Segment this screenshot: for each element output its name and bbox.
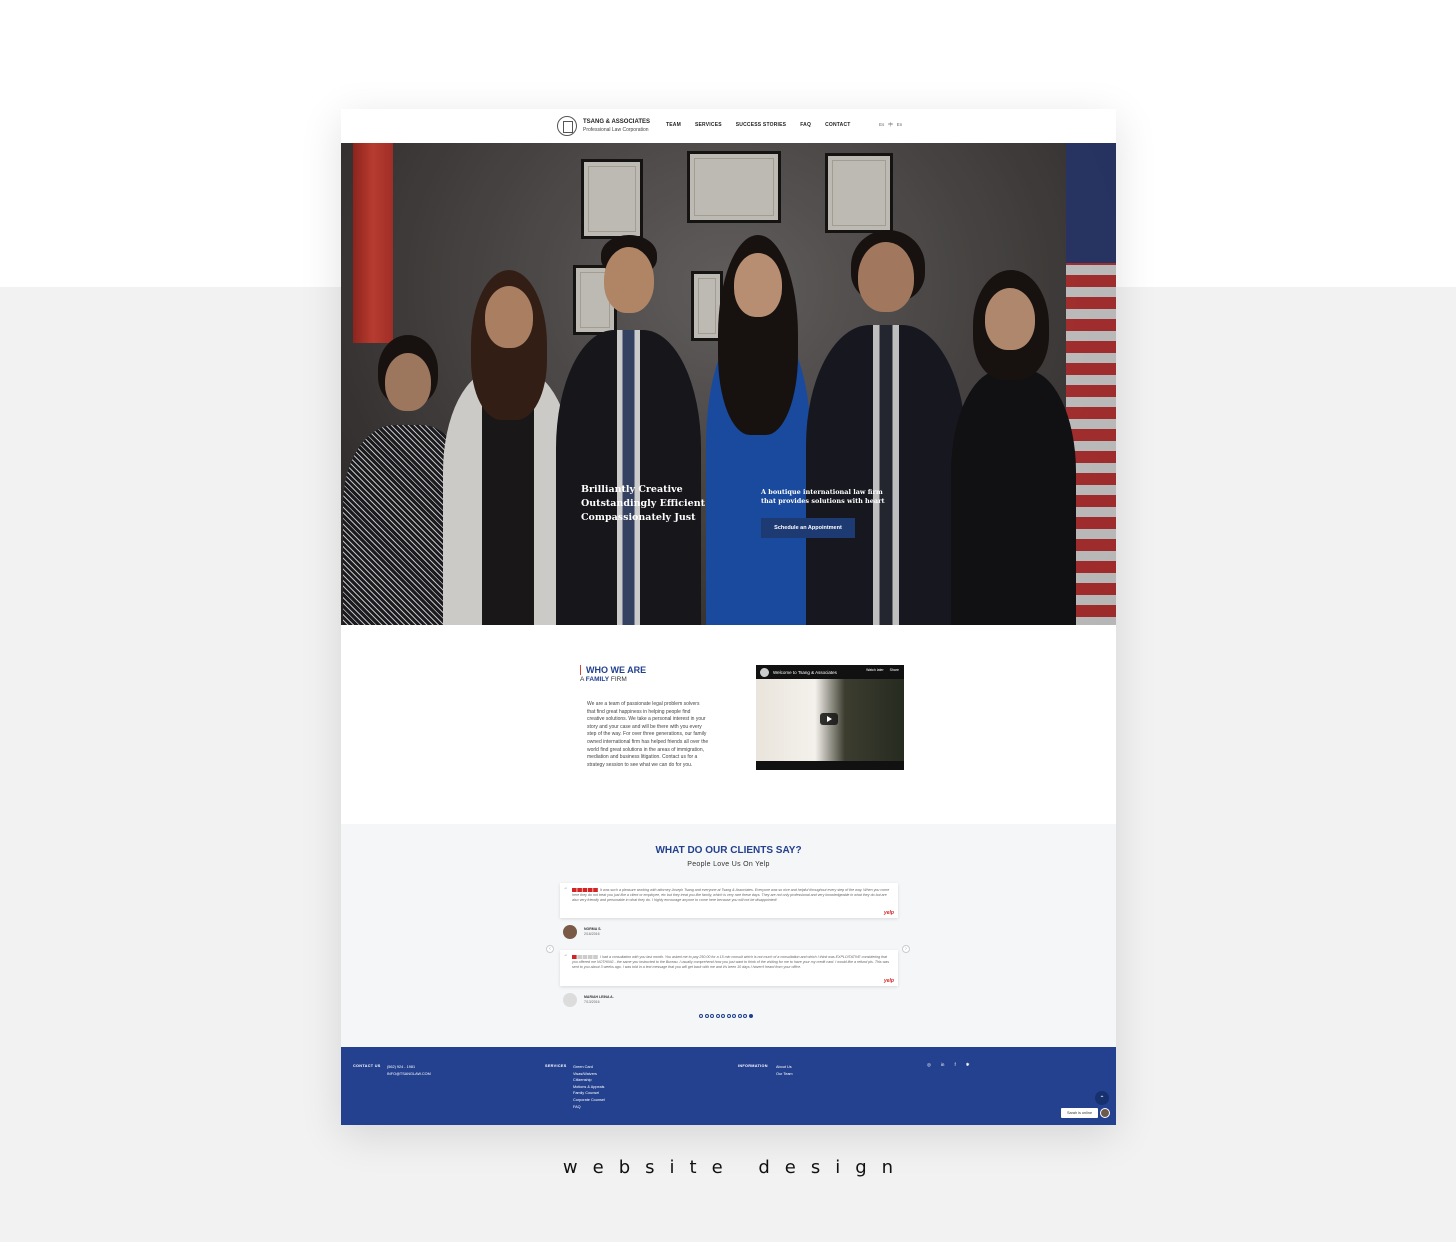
footer-link-faq[interactable]: FAQ xyxy=(573,1104,605,1111)
menu-item-contact[interactable]: CONTACT xyxy=(825,122,850,128)
review-date: 7/13/2016 xyxy=(584,1000,600,1004)
facebook-icon[interactable]: f xyxy=(954,1062,955,1068)
footer-contact-list: (562) 924 - 1981 INFO@TSANGLAW.COM xyxy=(387,1064,431,1077)
carousel-dot[interactable] xyxy=(699,1014,703,1018)
menu-item-success-stories[interactable]: SUCCESS STORIES xyxy=(736,122,786,128)
section-title: WHO WE ARE xyxy=(586,665,647,675)
review-date: 2/16/2016 xyxy=(584,932,600,936)
carousel-dot[interactable] xyxy=(704,1014,709,1018)
who-we-are-heading: WHO WE ARE xyxy=(580,665,646,675)
footer-phone[interactable]: (562) 924 - 1981 xyxy=(387,1064,431,1071)
footer-link-green-card[interactable]: Green Card xyxy=(573,1064,605,1071)
testimonials-subtitle: People Love Us On Yelp xyxy=(687,861,770,868)
footer-info-heading: INFORMATION xyxy=(738,1064,768,1068)
footer-link-family[interactable]: Family Counsel xyxy=(573,1090,605,1097)
mockup-caption: website design xyxy=(562,1157,909,1178)
lang-chinese[interactable]: 中 xyxy=(888,122,893,128)
lang-spanish[interactable]: Es xyxy=(879,122,884,128)
menu-item-team[interactable]: TEAM xyxy=(666,122,681,128)
footer-link-about[interactable]: About Us xyxy=(776,1064,793,1071)
footer-email[interactable]: INFO@TSANGLAW.COM xyxy=(387,1071,431,1078)
footer-link-motions[interactable]: Motions & Appeals xyxy=(573,1084,605,1091)
instagram-icon[interactable]: ◎ xyxy=(927,1062,931,1068)
review-text: It was such a pleasure working with atto… xyxy=(572,888,890,902)
carousel-pagination xyxy=(699,1014,753,1018)
who-we-are-paragraph: We are a team of passionate legal proble… xyxy=(587,701,709,768)
reviewer-avatar xyxy=(563,925,577,939)
who-we-are-section: WHO WE ARE A FAMILY FIRM We are a team o… xyxy=(341,625,1116,824)
social-links: ◎ in f ✱ xyxy=(927,1062,970,1068)
footer-info-list: About Us Our Team xyxy=(776,1064,793,1077)
logo-name: TSANG & ASSOCIATES xyxy=(583,119,651,125)
footer-services-heading: SERVICES xyxy=(545,1064,567,1068)
yelp-logo-icon: yelp xyxy=(883,978,894,984)
review-card: “ I had a consultation with you last mon… xyxy=(560,950,898,986)
watch-later-button[interactable]: Watch later xyxy=(866,668,884,672)
carousel-dot[interactable] xyxy=(743,1014,747,1018)
carousel-dot[interactable] xyxy=(710,1014,714,1018)
carousel-prev-arrow-icon[interactable]: ‹ xyxy=(546,945,554,953)
footer-link-visas[interactable]: Visas/Waivers xyxy=(573,1071,605,1078)
tagline-line-3: Compassionately Just xyxy=(581,512,696,523)
who-we-are-subheading: A FAMILY FIRM xyxy=(580,676,627,683)
footer-link-citizenship[interactable]: Citizenship xyxy=(573,1077,605,1084)
review-card: “ It was such a pleasure working with at… xyxy=(560,883,898,918)
carousel-next-arrow-icon[interactable]: › xyxy=(902,945,910,953)
intro-video-player[interactable]: Welcome to Tsang & Associates Watch late… xyxy=(756,665,904,770)
video-title: Welcome to Tsang & Associates xyxy=(773,669,837,675)
language-switcher: Es 中 En xyxy=(879,122,902,128)
share-button[interactable]: Share xyxy=(890,668,899,672)
tagline-line-1: Brilliantly Creative xyxy=(581,484,683,495)
play-icon[interactable] xyxy=(820,713,838,725)
reviewer-info: NORMA S. 2/16/2016 xyxy=(563,925,601,939)
reviewer-info: MARIAH LEINA A. 7/13/2016 xyxy=(563,993,614,1007)
testimonials-title: WHAT DO OUR CLIENTS SAY? xyxy=(655,845,802,856)
hero-tagline: Brilliantly Creative Outstandingly Effic… xyxy=(581,483,705,525)
footer-link-corporate[interactable]: Corporate Counsel xyxy=(573,1097,605,1104)
back-to-top-icon[interactable]: ⌃ xyxy=(1095,1091,1109,1105)
carousel-dot[interactable] xyxy=(737,1014,742,1018)
yelp-icon[interactable]: ✱ xyxy=(966,1062,970,1068)
main-menu: TEAM SERVICES SUCCESS STORIES FAQ CONTAC… xyxy=(666,122,851,128)
site-footer: CONTACT US (562) 924 - 1981 INFO@TSANGLA… xyxy=(341,1047,1116,1125)
hero-description: A boutique international law firm that p… xyxy=(761,488,885,505)
menu-item-faq[interactable]: FAQ xyxy=(800,122,811,128)
linkedin-icon[interactable]: in xyxy=(941,1062,945,1068)
schedule-appointment-button[interactable]: Schedule an Appointment xyxy=(761,518,855,538)
one-star-rating-icon xyxy=(572,955,598,960)
review-text: I had a consultation with you last month… xyxy=(572,955,889,969)
testimonials-section: WHAT DO OUR CLIENTS SAY? People Love Us … xyxy=(341,824,1116,1047)
website-mockup: TSANG & ASSOCIATES Professional Law Corp… xyxy=(341,109,1116,1125)
reviewer-avatar xyxy=(563,993,577,1007)
footer-contact-heading: CONTACT US xyxy=(353,1064,381,1068)
logo-subtitle: Professional Law Corporation xyxy=(583,127,649,133)
live-chat-label[interactable]: Sarah is online xyxy=(1061,1108,1098,1118)
footer-services-list: Green Card Visas/Waivers Citizenship Mot… xyxy=(573,1064,605,1110)
top-navigation: TSANG & ASSOCIATES Professional Law Corp… xyxy=(341,109,1116,143)
quote-icon: “ xyxy=(564,954,568,961)
menu-item-services[interactable]: SERVICES xyxy=(695,122,722,128)
tagline-line-2: Outstandingly Efficient xyxy=(581,498,705,509)
site-logo[interactable]: TSANG & ASSOCIATES Professional Law Corp… xyxy=(557,116,650,136)
lang-english[interactable]: En xyxy=(897,122,903,128)
carousel-dot[interactable] xyxy=(721,1014,725,1018)
chat-agent-avatar[interactable] xyxy=(1100,1108,1110,1118)
quote-icon: “ xyxy=(564,887,568,894)
hero-section: Brilliantly Creative Outstandingly Effic… xyxy=(341,143,1116,625)
carousel-dot[interactable] xyxy=(748,1014,753,1018)
carousel-dot[interactable] xyxy=(732,1014,736,1018)
five-star-rating-icon xyxy=(572,888,598,893)
carousel-dot[interactable] xyxy=(726,1014,731,1018)
footer-link-team[interactable]: Our Team xyxy=(776,1071,793,1078)
logo-emblem-icon xyxy=(557,116,577,136)
carousel-dot[interactable] xyxy=(715,1014,720,1018)
channel-avatar xyxy=(760,667,769,677)
yelp-logo-icon: yelp xyxy=(883,910,894,916)
